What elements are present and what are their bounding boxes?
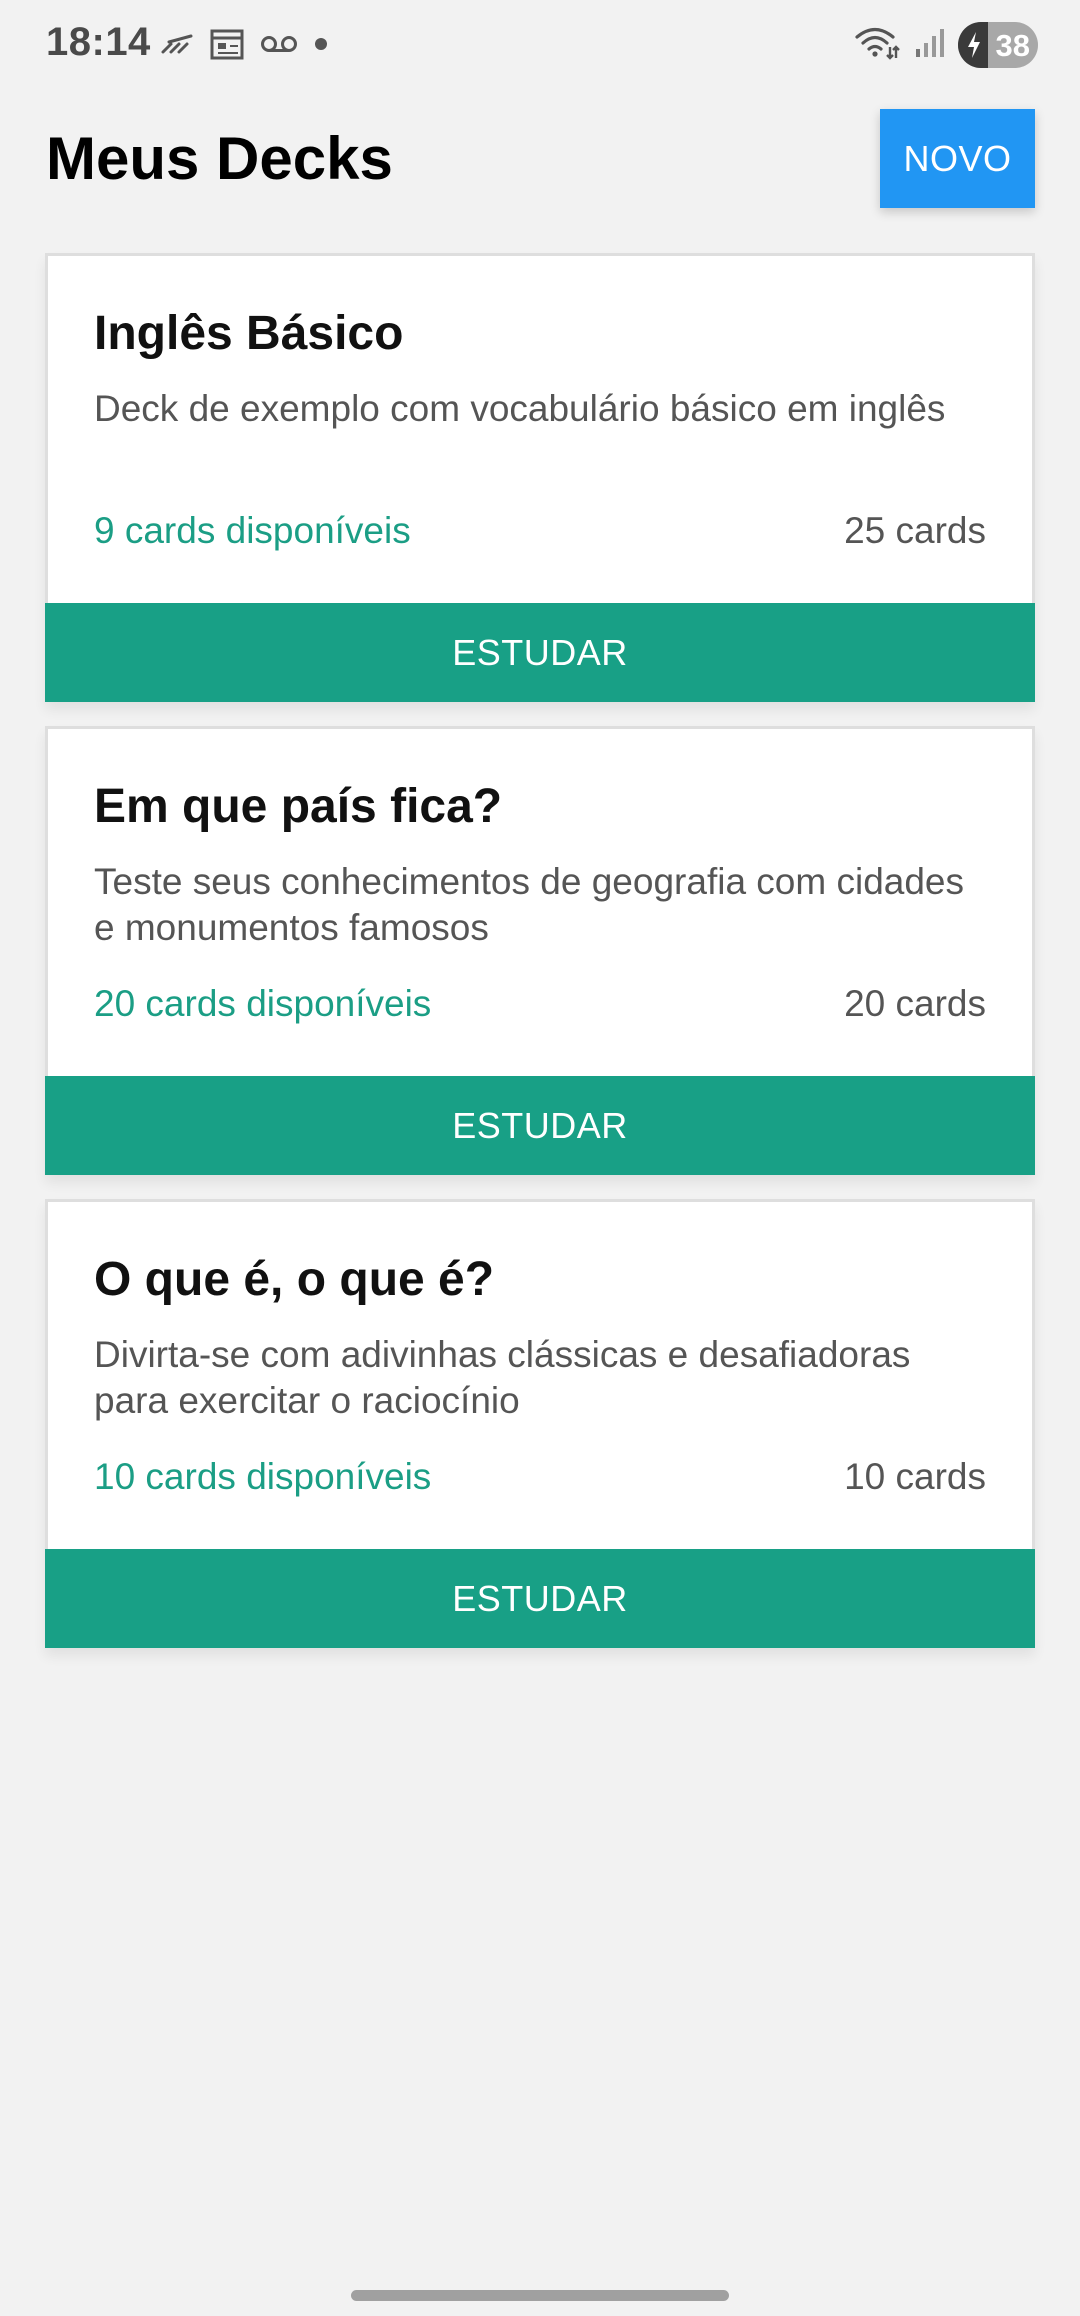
deck-card[interactable]: Inglês Básico Deck de exemplo com vocabu…	[45, 253, 1035, 603]
status-time: 18:14	[46, 20, 151, 64]
deck-available-count: 20 cards disponíveis	[94, 983, 432, 1024]
battery-icon: 38	[958, 22, 1038, 68]
status-icons-right: 38	[854, 22, 1038, 68]
deck-item: Em que país fica? Teste seus conheciment…	[45, 726, 1035, 1175]
study-button[interactable]: ESTUDAR	[45, 1076, 1035, 1175]
home-indicator[interactable]	[351, 2290, 729, 2301]
deck-available-count: 10 cards disponíveis	[94, 1456, 432, 1497]
deck-title: O que é, o que é?	[94, 1253, 495, 1306]
deck-total-count: 25 cards	[844, 510, 986, 551]
status-bar: 18:14 38	[0, 0, 1080, 92]
dot-icon	[314, 37, 328, 56]
deck-description: Divirta-se com adivinhas clássicas e des…	[94, 1334, 911, 1421]
deck-available-count: 9 cards disponíveis	[94, 510, 411, 551]
wifi-icon	[854, 25, 900, 66]
battery-level: 38	[995, 28, 1030, 63]
new-deck-button[interactable]: NOVO	[880, 109, 1035, 208]
deck-list: Inglês Básico Deck de exemplo com vocabu…	[45, 253, 1035, 1672]
deck-total-count: 20 cards	[844, 983, 986, 1024]
voicemail-icon	[260, 34, 298, 59]
deck-title: Em que país fica?	[94, 780, 503, 833]
charging-bolt-icon	[966, 31, 982, 64]
status-icons-left	[160, 28, 328, 65]
study-button[interactable]: ESTUDAR	[45, 1549, 1035, 1648]
deck-item: Inglês Básico Deck de exemplo com vocabu…	[45, 253, 1035, 702]
deck-description: Teste seus conhecimentos de geografia co…	[94, 861, 965, 948]
deck-item: O que é, o que é? Divirta-se com adivinh…	[45, 1199, 1035, 1648]
missed-call-icon	[160, 33, 194, 60]
deck-description: Deck de exemplo com vocabulário básico e…	[94, 388, 946, 429]
calendar-icon	[210, 28, 244, 65]
signal-icon	[914, 27, 944, 64]
deck-title: Inglês Básico	[94, 307, 404, 360]
deck-total-count: 10 cards	[844, 1456, 986, 1497]
deck-card[interactable]: Em que país fica? Teste seus conheciment…	[45, 726, 1035, 1076]
study-button[interactable]: ESTUDAR	[45, 603, 1035, 702]
page-title: Meus Decks	[46, 125, 393, 192]
deck-card[interactable]: O que é, o que é? Divirta-se com adivinh…	[45, 1199, 1035, 1549]
